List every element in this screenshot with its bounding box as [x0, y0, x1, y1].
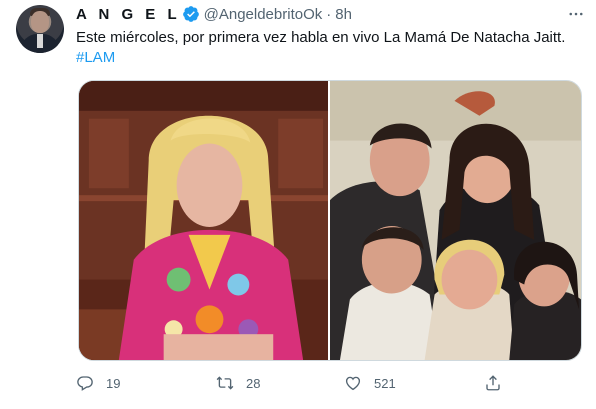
action-bar: 19 28 521 — [76, 372, 506, 394]
avatar[interactable] — [16, 5, 64, 53]
retweet-icon — [216, 376, 234, 390]
separator-dot: · — [326, 5, 332, 23]
avatar-shirt — [37, 34, 43, 48]
retweet-count: 28 — [246, 375, 261, 391]
photo-group[interactable] — [330, 81, 581, 360]
more-icon[interactable] — [566, 4, 586, 24]
timestamp[interactable]: 8h — [335, 6, 352, 23]
tweet-header: A N G E L @AngeldebritoOk · 8h — [76, 4, 352, 24]
like-count: 521 — [374, 375, 396, 391]
share-icon — [486, 375, 500, 391]
avatar-face — [31, 11, 49, 33]
display-name[interactable]: A N G E L — [76, 6, 181, 23]
tweet[interactable]: A N G E L @AngeldebritoOk · 8h Este miér… — [0, 0, 596, 409]
photo-woman-blonde[interactable] — [79, 81, 329, 360]
reply-icon — [77, 376, 93, 391]
handle[interactable]: @AngeldebritoOk — [204, 6, 323, 23]
retweet-button[interactable]: 28 — [216, 372, 260, 394]
reply-button[interactable]: 19 — [76, 372, 120, 394]
tweet-body: Este miércoles, por primera vez habla en… — [76, 29, 566, 46]
hashtag-link[interactable]: #LAM — [76, 48, 582, 68]
share-button[interactable] — [484, 372, 502, 394]
heart-icon — [345, 376, 361, 391]
like-button[interactable]: 521 — [344, 372, 396, 394]
tweet-text: Este miércoles, por primera vez habla en… — [76, 28, 582, 68]
verified-badge-icon — [182, 5, 200, 23]
media-grid[interactable] — [78, 80, 582, 361]
reply-count: 19 — [106, 375, 121, 391]
